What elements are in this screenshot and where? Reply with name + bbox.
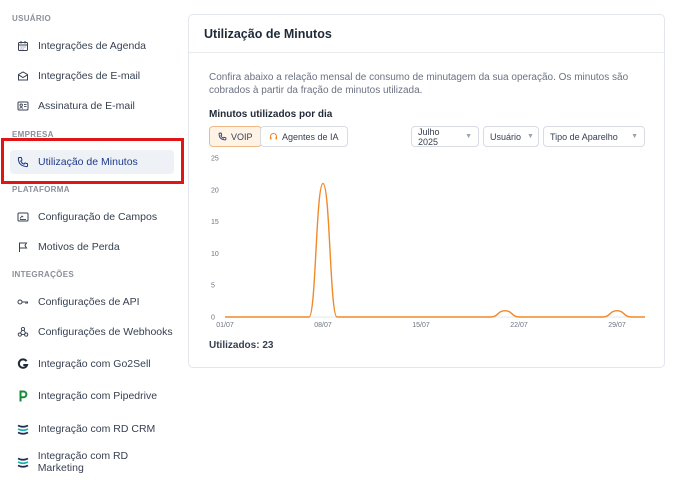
sidebar-item-label: Integrações de E-mail <box>38 70 141 82</box>
settings-sidebar: USUÁRIO Integrações de Agenda Integraçõe… <box>0 0 184 480</box>
device-type-select-value: Tipo de Aparelho <box>550 131 618 142</box>
chevron-down-icon: ▼ <box>631 133 638 140</box>
user-select-value: Usuário <box>490 131 522 142</box>
sidebar-item-agenda[interactable]: Integrações de Agenda <box>10 34 174 58</box>
headset-icon <box>269 133 278 140</box>
x-tick-label: 01/07 <box>216 322 234 329</box>
tab-agentes-ia[interactable]: Agentes de IA <box>260 126 348 147</box>
x-tick-label: 22/07 <box>510 322 528 329</box>
envelope-icon <box>16 69 30 83</box>
user-select[interactable]: Usuário ▼ <box>483 126 539 147</box>
flag-icon <box>16 240 30 254</box>
tab-voip[interactable]: VOIP <box>209 126 262 147</box>
page-title: Utilização de Minutos <box>204 26 332 41</box>
sidebar-item-label: Configurações de API <box>38 296 140 308</box>
calendar-icon <box>16 39 30 53</box>
sidebar-item-rd-crm[interactable]: Integração com RD CRM <box>10 417 174 441</box>
rd-logo-icon <box>16 422 30 436</box>
sidebar-item-label: Integração com Go2Sell <box>38 358 151 370</box>
y-tick-label: 25 <box>211 156 219 163</box>
sidebar-item-email[interactable]: Integrações de E-mail <box>10 64 174 88</box>
device-type-select[interactable]: Tipo de Aparelho ▼ <box>543 126 645 147</box>
sidebar-item-assinatura[interactable]: Assinatura de E-mail <box>10 94 174 118</box>
sidebar-item-go2sell[interactable]: Integração com Go2Sell <box>10 352 174 376</box>
sidebar-item-label: Configuração de Campos <box>38 211 158 223</box>
chevron-down-icon: ▼ <box>465 133 472 140</box>
sidebar-item-label: Integrações de Agenda <box>38 40 147 52</box>
y-tick-label: 10 <box>211 251 219 258</box>
y-tick-label: 20 <box>211 187 219 194</box>
phone-icon <box>218 132 227 141</box>
webhook-icon <box>16 325 30 339</box>
x-tick-label: 15/07 <box>412 322 430 329</box>
month-select[interactable]: Julho 2025 ▼ <box>411 126 479 147</box>
sidebar-item-rd-marketing[interactable]: Integração com RD Marketing <box>10 450 174 474</box>
sidebar-item-label: Configurações de Webhooks <box>38 326 173 338</box>
y-tick-label: 15 <box>211 219 219 226</box>
minutes-usage-panel: Utilização de Minutos Confira abaixo a r… <box>188 14 665 368</box>
sidebar-item-motivos-perda[interactable]: Motivos de Perda <box>10 235 174 259</box>
panel-header: Utilização de Minutos <box>189 15 664 53</box>
section-label-usuario: USUÁRIO <box>12 14 51 23</box>
tab-label: Agentes de IA <box>282 131 339 142</box>
sidebar-item-label: Integração com Pipedrive <box>38 390 158 402</box>
pipedrive-logo-icon <box>16 389 30 403</box>
sidebar-item-label: Motivos de Perda <box>38 241 120 253</box>
usage-total: Utilizados: 23 <box>209 340 274 351</box>
sidebar-item-configuracoes-api[interactable]: Configurações de API <box>10 290 174 314</box>
x-tick-label: 29/07 <box>608 322 626 329</box>
tab-label: VOIP <box>231 131 253 142</box>
sidebar-item-webhooks[interactable]: Configurações de Webhooks <box>10 320 174 344</box>
go2sell-logo-icon <box>16 357 30 371</box>
form-icon <box>16 210 30 224</box>
sidebar-item-configuracao-campos[interactable]: Configuração de Campos <box>10 205 174 229</box>
key-icon <box>16 295 30 309</box>
chart-section-title: Minutos utilizados por dia <box>209 109 333 120</box>
minutes-line-chart: 0 5 10 15 20 25 01/07 08/07 15/07 22/07 29/07 <box>211 156 645 329</box>
sidebar-item-pipedrive[interactable]: Integração com Pipedrive <box>10 384 174 408</box>
y-tick-label: 0 <box>211 315 215 322</box>
chevron-down-icon: ▼ <box>527 133 534 140</box>
sidebar-item-label: Assinatura de E-mail <box>38 100 135 112</box>
x-tick-label: 08/07 <box>314 322 332 329</box>
id-card-icon <box>16 99 30 113</box>
sidebar-item-label: Integração com RD CRM <box>38 423 156 435</box>
series-line-voip <box>225 182 645 318</box>
section-label-integracoes: INTEGRAÇÕES <box>12 270 74 279</box>
y-tick-label: 5 <box>211 283 215 290</box>
rd-logo-icon <box>16 455 30 469</box>
page-description: Confira abaixo a relação mensal de consu… <box>209 72 629 96</box>
section-label-plataforma: PLATAFORMA <box>12 185 70 194</box>
month-select-value: Julho 2025 <box>418 126 440 147</box>
highlight-annotation-box <box>1 138 184 184</box>
sidebar-item-label: Integração com RD Marketing <box>37 450 129 474</box>
